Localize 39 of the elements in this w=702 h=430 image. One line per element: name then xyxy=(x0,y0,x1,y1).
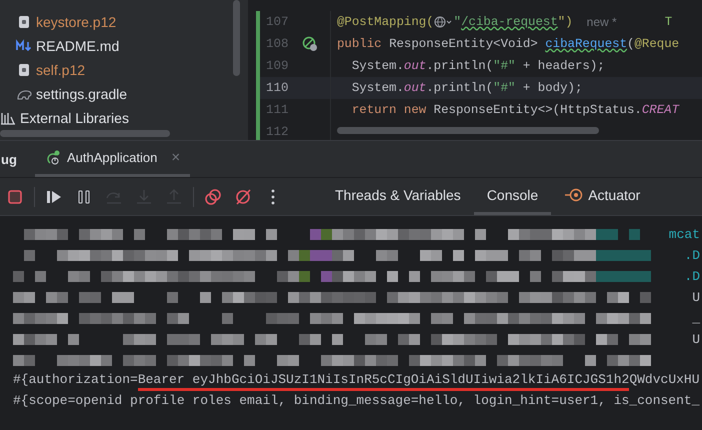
console-text: #{scope=openid profile roles email, binding_message=hello, login_hint=user1, is_consent_ xyxy=(13,393,700,410)
line-number: 109 xyxy=(266,59,290,73)
scrollbar-thumb[interactable] xyxy=(233,0,240,76)
console-text: .D xyxy=(684,269,700,284)
code-line: @PostMapping( "/ciba-request") new * T xyxy=(337,15,672,29)
scrollbar-thumb[interactable] xyxy=(337,127,599,134)
scrollbar-thumb[interactable] xyxy=(0,130,170,137)
line-number: 107 xyxy=(266,15,290,29)
line-number: 108 xyxy=(266,37,290,51)
file-icon xyxy=(16,62,32,78)
globe-icon xyxy=(434,16,454,28)
console-text: .D xyxy=(684,248,700,263)
code-line: System.out.println("#" + body); xyxy=(350,81,582,95)
console-text: U xyxy=(692,290,700,305)
console-text: mcat xyxy=(668,227,700,242)
file-icon xyxy=(16,14,32,30)
breakpoints-icon[interactable] xyxy=(202,188,224,206)
file-name[interactable]: keystore.p12 xyxy=(36,14,116,30)
file-name[interactable]: self.p12 xyxy=(36,62,86,78)
console-text: U xyxy=(692,332,700,347)
line-number: 112 xyxy=(266,125,290,139)
run-tab[interactable]: AuthApplication × xyxy=(35,141,190,177)
run-config-icon xyxy=(45,150,61,166)
tool-window-title: ug xyxy=(1,150,18,169)
line-number: 110 xyxy=(266,81,290,95)
file-name[interactable]: External Libraries xyxy=(20,110,129,126)
code-line: public ResponseEntity<Void> cibaRequest(@Reque xyxy=(337,37,680,51)
console-text: #{authorization=Bearer eyJhbGciOiJSUzI1NiIsInR5cCIgOiAiSldUIiwia2lkIiA6ICJGS1h2QWdvcUxHU xyxy=(13,372,700,391)
line-number: 111 xyxy=(266,103,290,117)
debug-tab[interactable]: Threads & Variables xyxy=(322,178,474,215)
actuator-icon xyxy=(564,187,584,203)
file-name[interactable]: settings.gradle xyxy=(36,86,128,102)
console-text: _ xyxy=(692,311,700,326)
markdown-icon xyxy=(16,38,32,54)
code-line: System.out.println("#" + headers); xyxy=(350,59,605,73)
library-icon xyxy=(0,110,16,126)
file-name[interactable]: README.md xyxy=(36,38,120,54)
debug-tab[interactable]: Actuator xyxy=(551,178,654,215)
code-line: return new ResponseEntity<>(HttpStatus.CREAT xyxy=(350,103,680,117)
